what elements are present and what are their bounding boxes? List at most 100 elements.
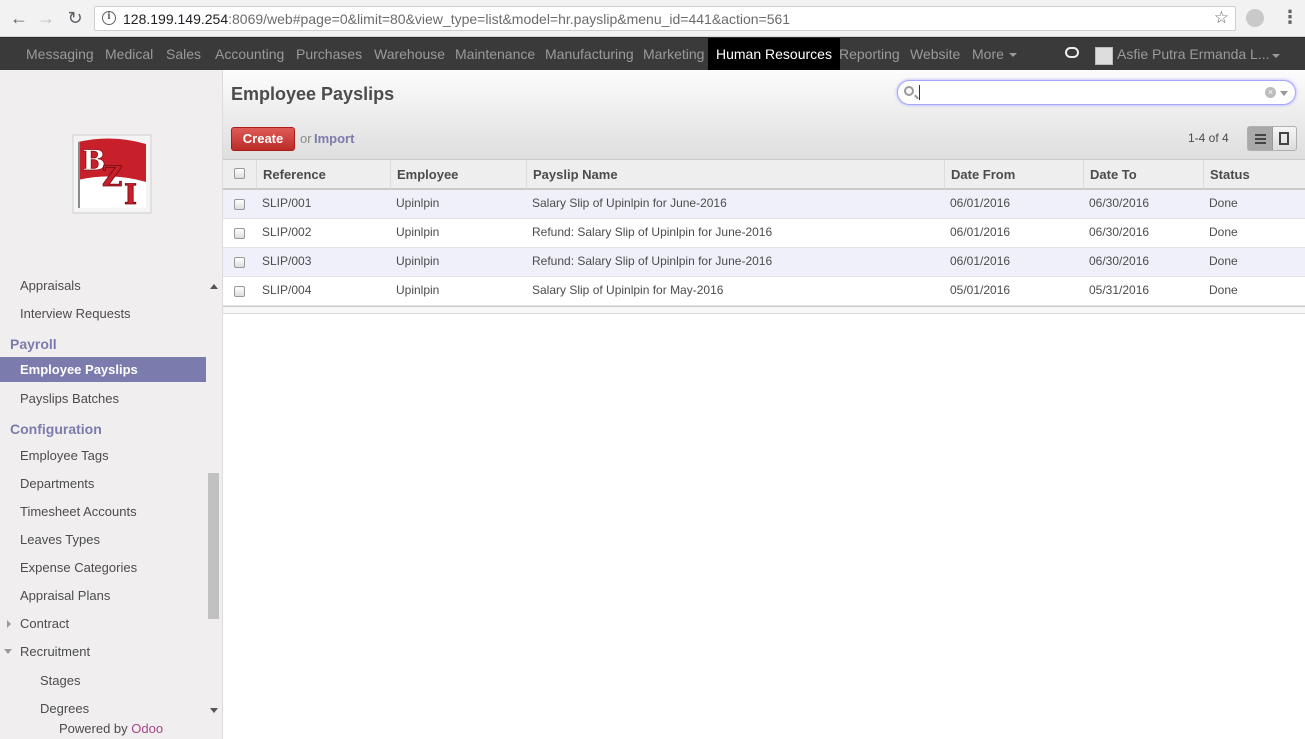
sidebar-item-expense-categories[interactable]: Expense Categories xyxy=(20,560,137,575)
url-text[interactable]: 128.199.149.254:8069/web#page=0&limit=80… xyxy=(123,11,790,27)
scroll-down-arrow-icon[interactable] xyxy=(210,708,218,713)
column-reference[interactable]: Reference xyxy=(256,160,390,189)
cell-date-from: 05/01/2016 xyxy=(950,283,1011,297)
menu-human-resources[interactable]: Human Resources xyxy=(708,38,840,70)
sidebar-item-appraisals[interactable]: Appraisals xyxy=(20,278,81,293)
sidebar-item-recruitment[interactable]: Recruitment xyxy=(20,644,90,659)
caret-down-icon xyxy=(1008,53,1017,58)
sidebar-item-stages[interactable]: Stages xyxy=(40,673,80,688)
page-title: Employee Payslips xyxy=(231,84,395,104)
sidebar-section-payroll[interactable]: Payroll xyxy=(10,336,57,352)
cell-payslip-name: Refund: Salary Slip of Upinlpin for June… xyxy=(532,225,773,239)
table-row[interactable]: SLIP/003 Upinlpin Refund: Salary Slip of… xyxy=(223,248,1305,277)
sidebar-item-timesheet-accounts[interactable]: Timesheet Accounts xyxy=(20,504,137,519)
menu-accounting[interactable]: Accounting xyxy=(215,38,284,70)
view-header: Employee Payslips × Create or Import 1-4… xyxy=(223,70,1305,160)
cell-reference: SLIP/001 xyxy=(262,196,312,210)
row-checkbox[interactable] xyxy=(234,286,245,297)
cell-employee: Upinlpin xyxy=(396,196,440,210)
menu-messaging[interactable]: Messaging xyxy=(26,38,94,70)
cell-reference: SLIP/003 xyxy=(262,254,312,268)
url-host: 128.199.149.254 xyxy=(123,11,229,27)
menu-more[interactable]: More xyxy=(972,38,1017,70)
list-view-icon[interactable] xyxy=(1248,127,1273,150)
menu-warehouse[interactable]: Warehouse xyxy=(374,38,445,70)
search-icon xyxy=(904,86,914,96)
user-caret-down-icon[interactable] xyxy=(1272,54,1280,58)
menu-website[interactable]: Website xyxy=(910,38,960,70)
menu-manufacturing[interactable]: Manufacturing xyxy=(545,38,634,70)
extension-icon[interactable] xyxy=(1246,9,1264,27)
address-bar[interactable]: i 128.199.149.254:8069/web#page=0&limit=… xyxy=(94,6,1236,31)
sidebar-item-leaves-types[interactable]: Leaves Types xyxy=(20,532,100,547)
view-switcher xyxy=(1247,126,1297,151)
table-footer xyxy=(223,306,1305,314)
clear-icon[interactable]: × xyxy=(1265,87,1276,98)
sidebar-item-employee-tags[interactable]: Employee Tags xyxy=(20,448,109,463)
info-icon[interactable]: i xyxy=(102,11,116,25)
table-row[interactable]: SLIP/001 Upinlpin Salary Slip of Upinlpi… xyxy=(223,190,1305,219)
menu-maintenance[interactable]: Maintenance xyxy=(455,38,535,70)
menu-marketing[interactable]: Marketing xyxy=(643,38,704,70)
menu-medical[interactable]: Medical xyxy=(105,38,153,70)
sidebar-item-interview-requests[interactable]: Interview Requests xyxy=(20,306,131,321)
browser-menu-icon[interactable]: ⋮ xyxy=(1281,7,1299,28)
pager-value[interactable]: 1-4 of 4 xyxy=(1188,131,1229,145)
select-all-checkbox[interactable] xyxy=(234,168,245,179)
cell-employee: Upinlpin xyxy=(396,283,440,297)
search-options-caret-icon[interactable] xyxy=(1280,91,1288,96)
column-payslip-name[interactable]: Payslip Name xyxy=(526,160,944,189)
create-button[interactable]: Create xyxy=(231,127,295,151)
sidebar-item-payslips-batches[interactable]: Payslips Batches xyxy=(20,391,119,406)
avatar[interactable] xyxy=(1095,47,1113,65)
menu-purchases[interactable]: Purchases xyxy=(296,38,362,70)
sidebar-item-departments[interactable]: Departments xyxy=(20,476,94,491)
scroll-up-arrow-icon[interactable] xyxy=(210,284,218,289)
powered-by-text: Powered by xyxy=(59,721,128,736)
sidebar-item-degrees[interactable]: Degrees xyxy=(40,701,89,716)
form-view-icon[interactable] xyxy=(1279,132,1289,145)
sidebar-scrollbar[interactable] xyxy=(206,270,222,720)
menu-reporting[interactable]: Reporting xyxy=(839,38,900,70)
column-date-to[interactable]: Date To xyxy=(1083,160,1203,189)
expand-right-icon[interactable] xyxy=(7,620,11,628)
odoo-link[interactable]: Odoo xyxy=(131,721,163,736)
bookmark-star-icon[interactable]: ☆ xyxy=(1214,8,1229,28)
sidebar-section-configuration[interactable]: Configuration xyxy=(10,421,102,437)
import-link[interactable]: Import xyxy=(314,131,354,146)
browser-toolbar: ← → ↻ i 128.199.149.254:8069/web#page=0&… xyxy=(0,0,1305,37)
back-arrow-icon[interactable]: ← xyxy=(9,8,29,28)
cell-date-from: 06/01/2016 xyxy=(950,254,1011,268)
cell-employee: Upinlpin xyxy=(396,254,440,268)
cell-reference: SLIP/004 xyxy=(262,283,312,297)
row-checkbox[interactable] xyxy=(234,199,245,210)
or-text: or xyxy=(300,131,312,146)
scrollbar-thumb[interactable] xyxy=(208,473,219,619)
menu-sales[interactable]: Sales xyxy=(166,38,201,70)
top-menu: Messaging Medical Sales Accounting Purch… xyxy=(0,37,1305,70)
cell-date-to: 06/30/2016 xyxy=(1089,225,1150,239)
cell-date-to: 06/30/2016 xyxy=(1089,254,1150,268)
cell-date-from: 06/01/2016 xyxy=(950,225,1011,239)
sidebar-item-contract[interactable]: Contract xyxy=(20,616,69,631)
row-checkbox[interactable] xyxy=(234,228,245,239)
reload-icon[interactable]: ↻ xyxy=(65,8,85,28)
collapse-down-icon[interactable] xyxy=(4,649,12,654)
column-status[interactable]: Status xyxy=(1203,160,1305,189)
sidebar-item-employee-payslips[interactable]: Employee Payslips xyxy=(0,357,206,382)
table-row[interactable]: SLIP/002 Upinlpin Refund: Salary Slip of… xyxy=(223,219,1305,248)
forward-arrow-icon[interactable]: → xyxy=(36,8,56,28)
search-input[interactable]: × xyxy=(897,80,1296,105)
menu-more-label: More xyxy=(972,46,1004,62)
column-date-from[interactable]: Date From xyxy=(944,160,1083,189)
main-content: Employee Payslips × Create or Import 1-4… xyxy=(223,70,1305,739)
user-name[interactable]: Asfie Putra Ermanda L... xyxy=(1117,38,1270,70)
column-employee[interactable]: Employee xyxy=(390,160,526,189)
cell-status: Done xyxy=(1209,254,1238,268)
svg-text:Z: Z xyxy=(102,160,122,193)
sidebar-item-appraisal-plans[interactable]: Appraisal Plans xyxy=(20,588,110,603)
table-row[interactable]: SLIP/004 Upinlpin Salary Slip of Upinlpi… xyxy=(223,277,1305,306)
cell-employee: Upinlpin xyxy=(396,225,440,239)
chat-icon[interactable] xyxy=(1065,47,1079,58)
row-checkbox[interactable] xyxy=(234,257,245,268)
